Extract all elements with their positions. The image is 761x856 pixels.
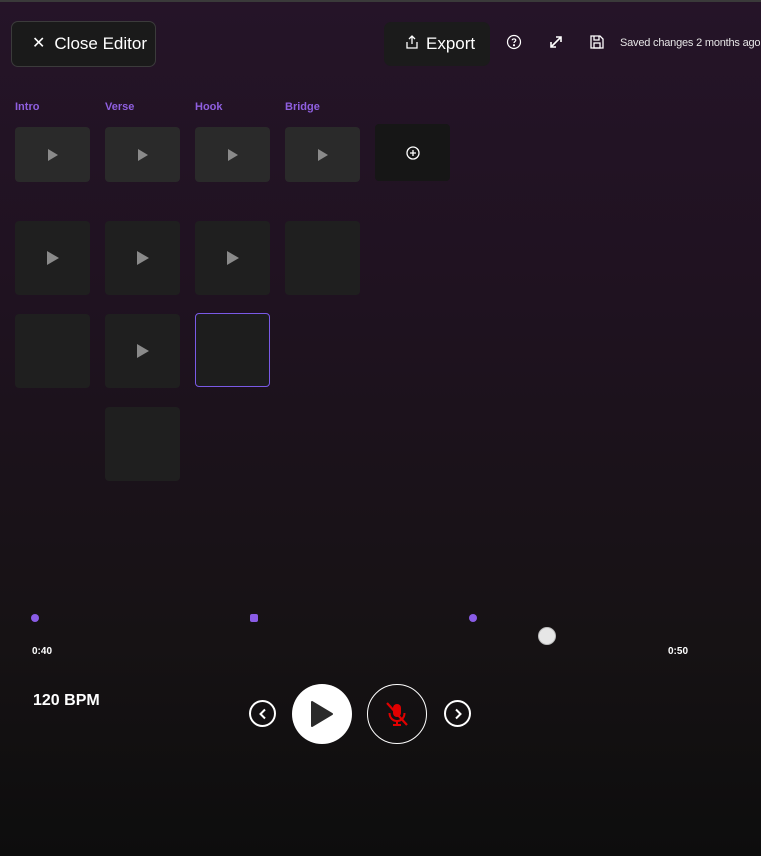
mic-off-icon <box>386 702 408 726</box>
next-button[interactable] <box>444 700 471 727</box>
play-button[interactable] <box>292 684 352 744</box>
pad-bridge-2-empty[interactable] <box>285 221 360 295</box>
expand-icon <box>548 34 564 55</box>
previous-button[interactable] <box>249 700 276 727</box>
export-label: Export <box>426 34 476 53</box>
pad-verse-1[interactable] <box>105 127 180 182</box>
close-icon: ✕ <box>32 35 46 52</box>
pad-hook-1[interactable] <box>195 127 270 182</box>
pad-bridge-1[interactable] <box>285 127 360 182</box>
play-icon <box>227 148 238 161</box>
export-button[interactable]: Export <box>384 22 490 66</box>
column-label-verse: Verse <box>105 101 135 113</box>
add-icon <box>405 145 420 160</box>
timeline-marker[interactable] <box>31 614 39 622</box>
fullscreen-button[interactable] <box>545 33 567 55</box>
pad-intro-3-empty[interactable] <box>15 314 90 388</box>
start-time: 0:40 <box>32 646 53 657</box>
bpm-display[interactable]: 120 BPM <box>33 692 100 710</box>
pad-intro-1[interactable] <box>15 127 90 182</box>
play-icon <box>311 701 333 727</box>
export-icon <box>405 34 419 54</box>
save-icon <box>589 34 605 55</box>
play-icon <box>137 148 148 161</box>
play-icon <box>136 251 149 265</box>
add-column-button[interactable] <box>375 124 450 181</box>
pad-verse-2[interactable] <box>105 221 180 295</box>
play-icon <box>136 344 149 358</box>
pad-hook-3-selected[interactable] <box>195 313 270 387</box>
pad-hook-2[interactable] <box>195 221 270 295</box>
previous-icon <box>258 708 266 719</box>
pad-verse-3[interactable] <box>105 314 180 388</box>
play-icon <box>226 251 239 265</box>
save-button[interactable] <box>586 33 608 55</box>
close-editor-button[interactable]: ✕ Close Editor <box>11 21 156 67</box>
pad-intro-2[interactable] <box>15 221 90 295</box>
column-label-intro: Intro <box>15 101 40 113</box>
column-label-bridge: Bridge <box>285 101 320 113</box>
saved-status: Saved changes 2 months ago <box>620 37 761 49</box>
play-icon <box>46 251 59 265</box>
end-time: 0:50 <box>668 646 689 657</box>
play-icon <box>317 148 328 161</box>
playhead-thumb[interactable] <box>538 627 556 645</box>
help-button[interactable] <box>503 33 525 55</box>
top-border <box>0 0 761 2</box>
help-icon <box>506 34 522 55</box>
timeline-marker[interactable] <box>469 614 477 622</box>
column-label-hook: Hook <box>195 101 223 113</box>
timeline-marker[interactable] <box>250 614 258 622</box>
close-editor-label: Close Editor <box>54 34 148 53</box>
pad-verse-4-empty[interactable] <box>105 407 180 481</box>
play-icon <box>47 148 58 161</box>
next-icon <box>454 708 462 719</box>
mute-mic-button[interactable] <box>367 684 427 744</box>
